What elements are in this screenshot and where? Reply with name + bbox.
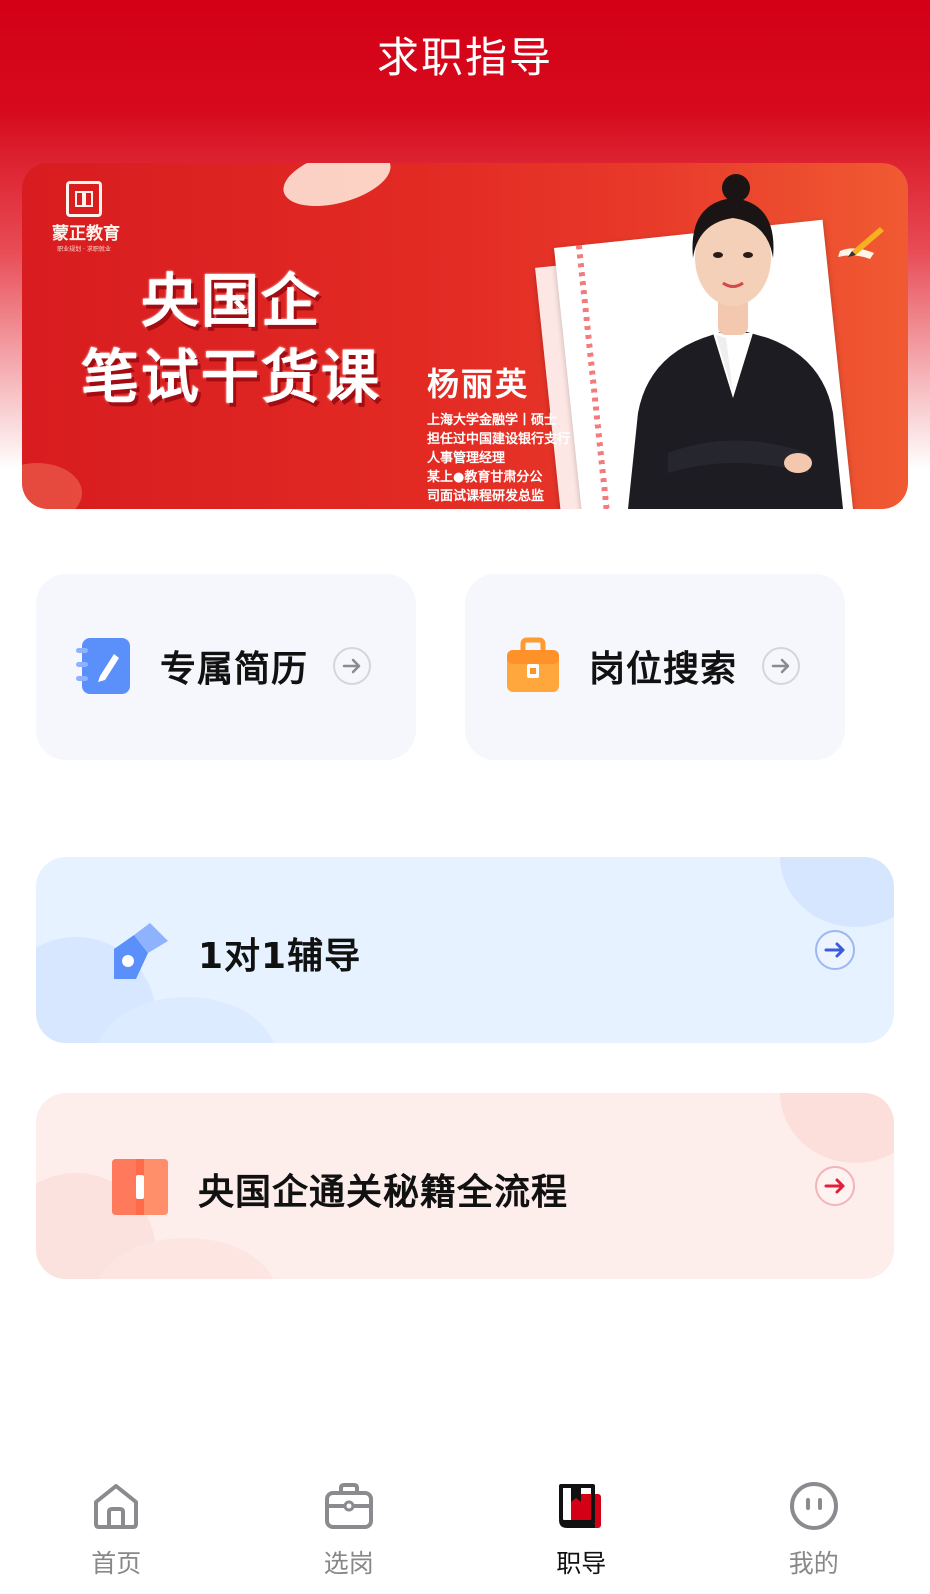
banner-decoration <box>22 463 82 509</box>
tab-profile[interactable]: 我的 <box>698 1460 930 1594</box>
teacher-info: 杨丽英 上海大学金融学丨硕士 担任过中国建设银行支行 人事管理经理 某上●教育甘… <box>427 359 570 506</box>
brand-logo-icon <box>66 181 102 217</box>
teacher-bio-line: 某上●教育甘肃分公 <box>427 470 543 485</box>
open-book-icon <box>112 1159 168 1215</box>
tab-jobs[interactable]: 选岗 <box>233 1460 466 1594</box>
teacher-bio-line: 司面试课程研发总监 <box>427 489 545 504</box>
guide-book-icon <box>559 1484 602 1528</box>
home-icon <box>94 1484 139 1529</box>
course-banner[interactable]: 蒙正教育 职业规划 · 求职就业 央国企 笔试干货课 杨丽英 上海大学金融学丨硕… <box>22 163 908 509</box>
page-title: 求职指导 <box>376 33 553 82</box>
tutoring-label: 1对1辅导 <box>198 936 362 977</box>
bottom-tab-bar: 首页 选岗 职导 我的 <box>0 1460 930 1594</box>
tutoring-card[interactable]: 1对1辅导 <box>36 857 894 1043</box>
pen-decoration-icon <box>838 227 884 259</box>
teacher-bio-line: 担任过中国建设银行支行 <box>427 432 571 447</box>
notebook-pen-icon <box>76 638 130 694</box>
tab-label: 选岗 <box>323 1549 374 1578</box>
bubble-decoration <box>780 857 894 927</box>
tab-home[interactable]: 首页 <box>0 1460 233 1594</box>
arrow-right-icon <box>815 930 855 970</box>
resume-card[interactable]: 专属简历 <box>36 574 416 760</box>
arrow-right-icon <box>815 1166 855 1206</box>
tab-label: 我的 <box>788 1549 839 1578</box>
guide-card[interactable]: 央国企通关秘籍全流程 <box>36 1093 894 1279</box>
tab-label: 首页 <box>91 1549 142 1578</box>
headline-line-1: 央国企 <box>140 267 321 335</box>
profile-icon <box>789 1482 838 1530</box>
tab-guide[interactable]: 职导 <box>465 1460 698 1594</box>
teacher-portrait <box>628 174 843 509</box>
bubble-decoration <box>780 1093 894 1163</box>
pencil-tag-icon <box>114 923 168 979</box>
teacher-bio-line: 上海大学金融学丨硕士 <box>427 413 558 428</box>
brand-logo: 蒙正教育 职业规划 · 求职就业 <box>52 181 120 253</box>
brand-name: 蒙正教育 <box>52 224 120 244</box>
job-search-card[interactable]: 岗位搜索 <box>465 574 845 760</box>
teacher-bio-line: 人事管理经理 <box>427 451 506 466</box>
tab-label: 职导 <box>556 1549 607 1578</box>
guide-label: 央国企通关秘籍全流程 <box>198 1172 569 1213</box>
resume-label: 专属简历 <box>160 649 309 690</box>
job-bag-icon <box>324 1483 373 1529</box>
headline-line-2: 笔试干货课 <box>80 343 381 411</box>
brand-slogan: 职业规划 · 求职就业 <box>57 246 111 253</box>
banner-paper-decoration <box>277 163 397 217</box>
job-search-label: 岗位搜索 <box>589 649 738 690</box>
arrow-right-icon <box>762 647 800 685</box>
briefcase-icon <box>507 637 559 692</box>
banner-headline: 央国企 笔试干货课 <box>66 263 396 415</box>
teacher-name: 杨丽英 <box>427 365 530 403</box>
arrow-right-icon <box>333 647 371 685</box>
